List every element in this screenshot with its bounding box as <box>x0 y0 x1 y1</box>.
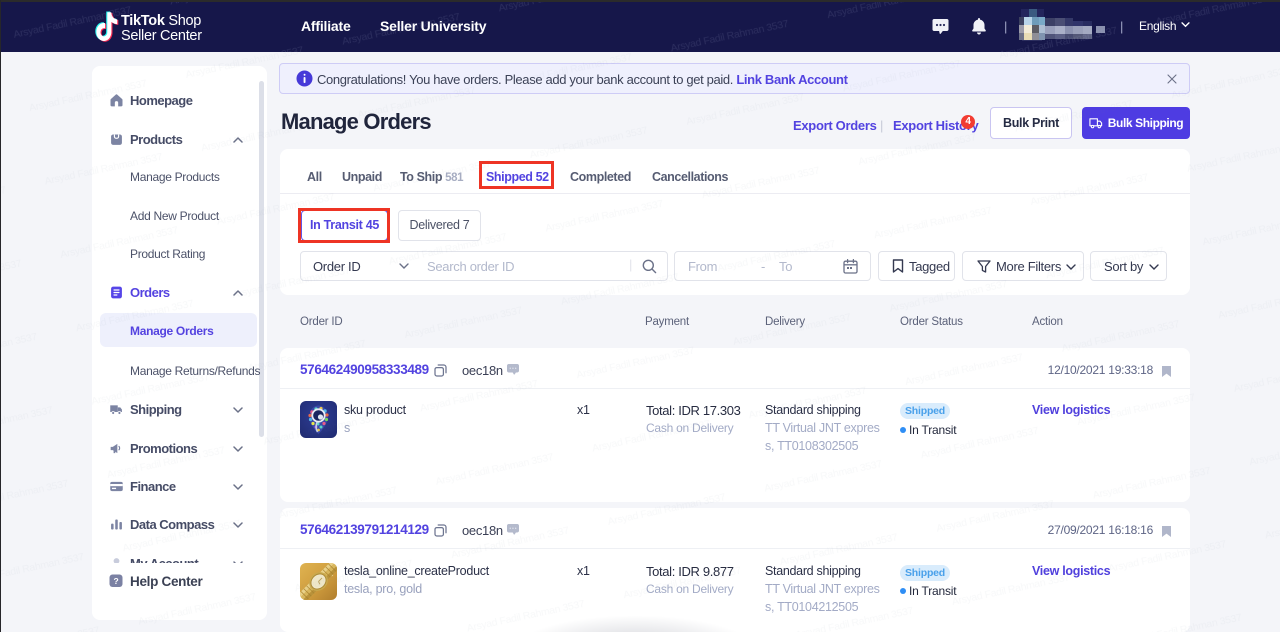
svg-text:TikTok Shop: TikTok Shop <box>121 13 201 29</box>
svg-text:Seller Center: Seller Center <box>121 28 202 44</box>
svg-text:?: ? <box>114 576 119 586</box>
